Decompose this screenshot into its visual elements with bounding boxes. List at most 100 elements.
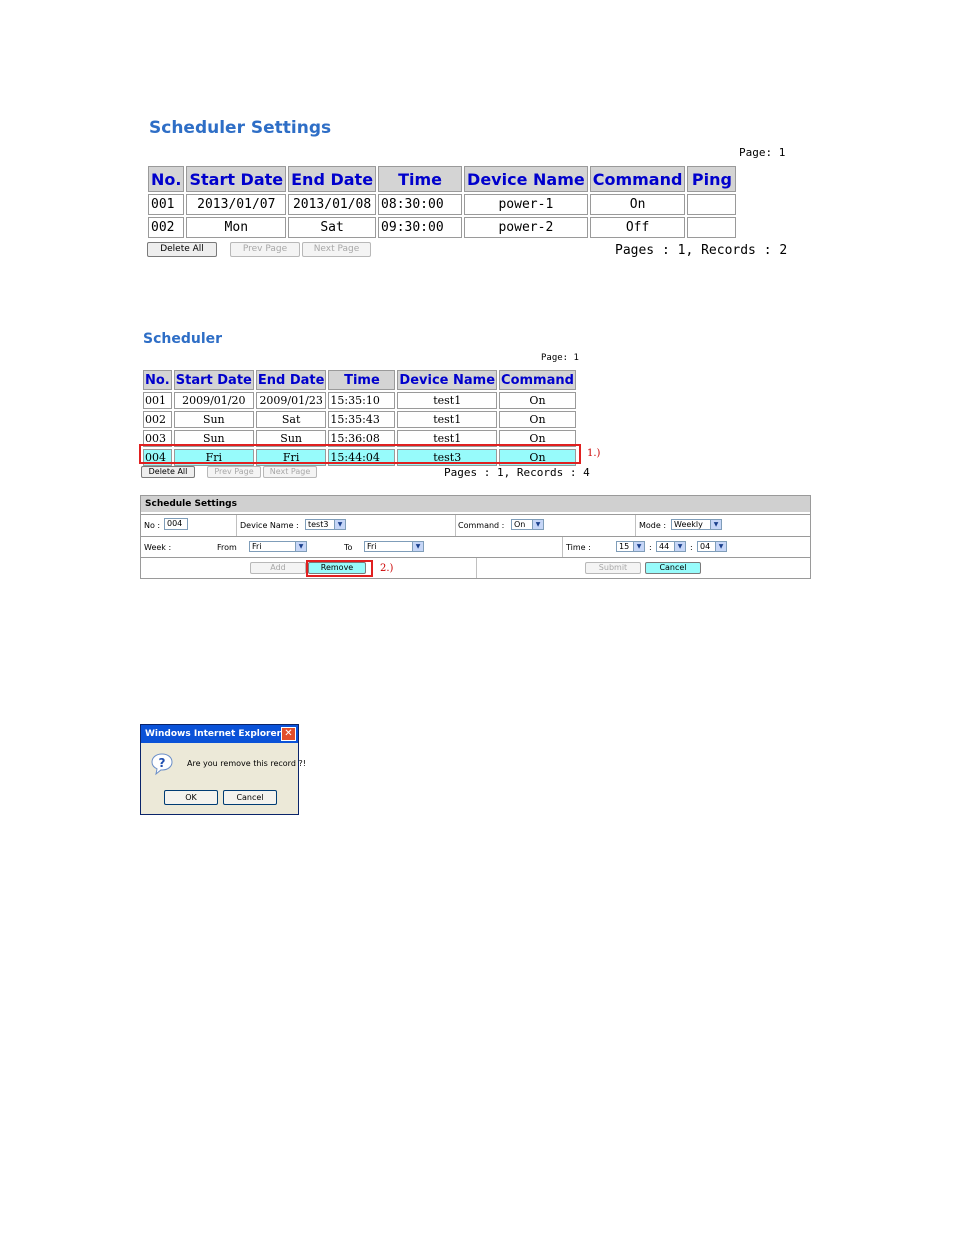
cell-start-date: 2009/01/20: [173, 392, 254, 409]
cell-end-date: Sat: [255, 411, 327, 428]
week-label: Week :: [144, 543, 172, 552]
scheduler-title: Scheduler: [143, 331, 223, 347]
cell-device-name: test1: [397, 411, 498, 428]
second-value: 04: [700, 542, 711, 551]
cell-time: 15:35:10: [328, 392, 396, 409]
chevron-down-icon: ▼: [295, 542, 306, 551]
cell-time: 09:30:00: [378, 217, 463, 238]
col-divider: [562, 537, 563, 557]
mode-select[interactable]: Weekly ▼: [671, 519, 722, 530]
header-command: Command: [499, 370, 576, 390]
command-select[interactable]: On ▼: [511, 519, 544, 530]
cell-command: Off: [589, 217, 686, 238]
col-divider: [635, 515, 636, 536]
selected-row-highlight: [139, 444, 581, 464]
hour-select[interactable]: 15 ▼: [616, 541, 645, 552]
cell-command: On: [589, 194, 686, 215]
table-row[interactable]: 002 Sun Sat 15:35:43 test1 On: [143, 411, 576, 428]
header-no: No.: [148, 166, 185, 192]
header-time: Time: [378, 166, 463, 192]
cell-device-name: power-1: [464, 194, 588, 215]
table-row[interactable]: 001 2013/01/07 2013/01/08 08:30:00 power…: [148, 194, 737, 215]
time-separator: :: [690, 543, 693, 552]
question-icon: ?: [151, 753, 173, 776]
cell-time: 15:35:43: [328, 411, 396, 428]
device-name-value: test3: [308, 520, 329, 529]
cell-ping: [687, 217, 737, 238]
cell-time: 08:30:00: [378, 194, 463, 215]
chevron-down-icon: ▼: [674, 542, 685, 551]
header-start-date: Start Date: [186, 166, 287, 192]
chevron-down-icon: ▼: [710, 520, 721, 529]
device-name-select[interactable]: test3 ▼: [305, 519, 346, 530]
to-day-select[interactable]: Fri ▼: [364, 541, 424, 552]
cell-no: 001: [143, 392, 172, 409]
command-label: Command :: [458, 521, 505, 530]
chevron-down-icon: ▼: [334, 520, 345, 529]
records-summary: Pages : 1, Records : 4: [444, 466, 590, 479]
chevron-down-icon: ▼: [715, 542, 726, 551]
to-label: To: [344, 543, 353, 552]
cell-end-date: Sat: [288, 217, 377, 238]
step-marker-1: 1.): [587, 448, 601, 459]
chevron-down-icon: ▼: [412, 542, 423, 551]
cell-ping: [687, 194, 737, 215]
records-summary: Pages : 1, Records : 2: [615, 243, 788, 258]
second-select[interactable]: 04 ▼: [697, 541, 727, 552]
table-row[interactable]: 002 Mon Sat 09:30:00 power-2 Off: [148, 217, 737, 238]
cell-command: On: [499, 392, 576, 409]
hour-value: 15: [619, 542, 630, 551]
scheduler-table: No. Start Date End Date Time Device Name…: [146, 164, 738, 240]
no-input[interactable]: 004: [164, 518, 188, 530]
prev-page-button[interactable]: Prev Page: [207, 466, 261, 478]
dialog-message: Are you remove this record ?!: [187, 759, 306, 768]
delete-all-button[interactable]: Delete All: [141, 466, 195, 478]
page-indicator: Page: 1: [739, 146, 786, 159]
dialog-title-bar: Windows Internet Explorer: [141, 725, 298, 743]
no-label: No :: [144, 521, 161, 530]
header-ping: Ping: [687, 166, 737, 192]
cell-no: 002: [148, 217, 185, 238]
cancel-button[interactable]: Cancel: [645, 562, 701, 574]
scheduler-settings-title: Scheduler Settings: [149, 118, 332, 138]
col-divider: [476, 558, 477, 578]
next-page-button[interactable]: Next Page: [302, 242, 371, 257]
remove-button-highlight: [306, 560, 373, 577]
header-device-name: Device Name: [397, 370, 498, 390]
add-button[interactable]: Add: [250, 562, 306, 574]
mode-label: Mode :: [639, 521, 667, 530]
cell-command: On: [499, 411, 576, 428]
prev-page-button[interactable]: Prev Page: [230, 242, 300, 257]
header-start-date: Start Date: [173, 370, 254, 390]
ok-button[interactable]: OK: [164, 790, 218, 805]
cell-start-date: 2013/01/07: [186, 194, 287, 215]
close-icon[interactable]: ✕: [281, 727, 296, 741]
cell-end-date: 2009/01/23: [255, 392, 327, 409]
dialog-cancel-button[interactable]: Cancel: [223, 790, 277, 805]
from-day-value: Fri: [252, 542, 262, 551]
header-end-date: End Date: [255, 370, 327, 390]
table-row[interactable]: 001 2009/01/20 2009/01/23 15:35:10 test1…: [143, 392, 576, 409]
row-divider: [140, 514, 811, 515]
header-time: Time: [328, 370, 396, 390]
header-device-name: Device Name: [464, 166, 588, 192]
svg-text:?: ?: [159, 756, 166, 770]
step-marker-2: 2.): [380, 563, 394, 574]
cell-device-name: test1: [397, 392, 498, 409]
mode-value: Weekly: [674, 520, 703, 529]
from-label: From: [217, 543, 237, 552]
next-page-button[interactable]: Next Page: [263, 466, 317, 478]
cell-start-date: Mon: [186, 217, 287, 238]
header-command: Command: [589, 166, 686, 192]
row-divider: [140, 536, 811, 537]
submit-button[interactable]: Submit: [585, 562, 641, 574]
header-end-date: End Date: [288, 166, 377, 192]
minute-select[interactable]: 44 ▼: [656, 541, 686, 552]
col-divider: [236, 515, 237, 536]
from-day-select[interactable]: Fri ▼: [249, 541, 307, 552]
device-name-label: Device Name :: [240, 521, 299, 530]
delete-all-button[interactable]: Delete All: [147, 242, 217, 257]
command-value: On: [514, 520, 526, 529]
chevron-down-icon: ▼: [532, 520, 543, 529]
cell-device-name: power-2: [464, 217, 588, 238]
